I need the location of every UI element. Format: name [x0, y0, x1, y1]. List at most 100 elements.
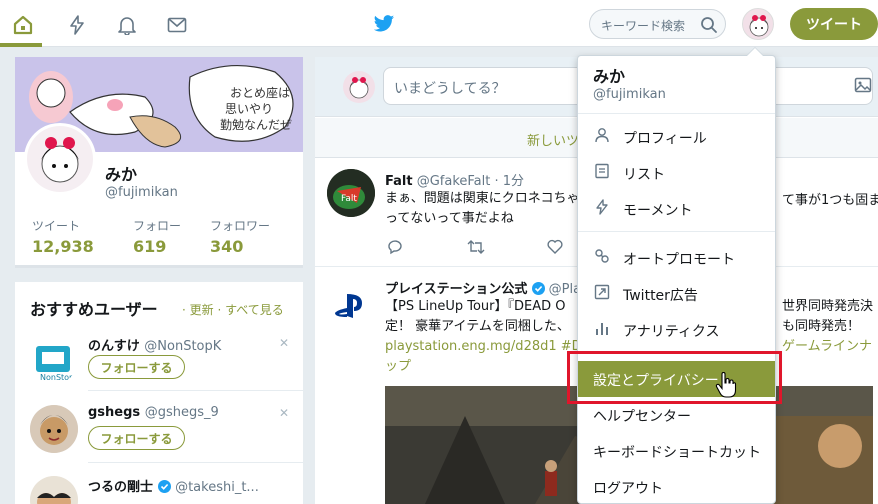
user-name: のんすけ — [88, 339, 140, 354]
bar-chart-icon — [594, 320, 610, 336]
dismiss-icon[interactable]: ✕ — [279, 406, 289, 420]
tweet-header: プレイステーション公式 @Pla — [385, 278, 581, 297]
menu-item-lists[interactable]: リスト — [578, 155, 775, 189]
account-dropdown-menu: みか @fujimikan プロフィール リスト モーメント オートプロモート … — [577, 47, 776, 504]
dismiss-icon[interactable]: ✕ — [279, 336, 289, 350]
tweet-text-overflow: て事が1つも固ま — [782, 193, 878, 208]
verified-icon — [531, 282, 545, 297]
user-handle: @NonStopK — [144, 339, 222, 354]
menu-item-moments[interactable]: モーメント — [578, 191, 775, 225]
compose-placeholder: いまどうしてる？ — [394, 81, 506, 97]
menu-item-profile[interactable]: プロフィール — [578, 119, 775, 153]
tweet-author-handle[interactable]: @GfakeFalt — [417, 174, 491, 189]
stat-value: 619 — [133, 237, 167, 256]
tweet-button[interactable]: ツイート — [790, 8, 878, 40]
external-icon — [594, 284, 610, 300]
menu-item-promote-mode[interactable]: オートプロモート — [578, 240, 775, 274]
tweet-time[interactable]: · 1分 — [494, 174, 524, 189]
who-to-follow-title: おすすめユーザー — [30, 300, 158, 319]
menu-item-keyboard-shortcuts[interactable]: キーボードショートカット — [578, 433, 775, 467]
tweet-author-name[interactable]: プレイステーション公式 — [385, 282, 527, 297]
retweet-icon[interactable] — [467, 239, 485, 259]
list-item: つるの剛士 @takeshi_t... — [15, 474, 303, 504]
stat-label: ツイート — [32, 219, 81, 233]
recommended-user-name[interactable]: gshegs @gshegs_9 — [88, 405, 219, 420]
reply-icon[interactable] — [387, 239, 403, 259]
profile-card: おとめ座は 思いやり 勤勉なんだぜ みか @fujimikan ツイート 12,… — [15, 57, 303, 268]
mail-icon[interactable] — [166, 14, 188, 36]
recommended-user-name[interactable]: のんすけ @NonStopK — [88, 335, 221, 354]
who-to-follow-card: おすすめユーザー · 更新 · すべて見る NonStop のんすけ @NonS… — [15, 282, 303, 504]
menu-item-label: プロフィール — [623, 131, 707, 147]
new-tweets-label: 新しいツ — [527, 134, 580, 149]
dropdown-user-handle[interactable]: @fujimikan — [593, 87, 666, 102]
lightning-icon — [594, 199, 610, 215]
list-item: NonStop のんすけ @NonStopK フォローする ✕ — [15, 332, 303, 392]
menu-item-label: モーメント — [623, 203, 693, 219]
stat-tweets[interactable]: ツイート 12,938 — [32, 217, 94, 256]
profile-avatar[interactable] — [24, 123, 96, 195]
menu-item-label: アナリティクス — [623, 324, 720, 340]
avatar[interactable] — [327, 282, 375, 330]
list-icon — [594, 163, 610, 179]
menu-item-analytics[interactable]: アナリティクス — [578, 312, 775, 346]
avatar[interactable]: NonStop — [30, 336, 78, 384]
hand-cursor-icon — [715, 371, 737, 398]
twitter-bird-icon[interactable] — [373, 14, 395, 34]
annotation-highlight-box — [567, 351, 782, 404]
svg-text:NonStop: NonStop — [40, 373, 74, 382]
stat-following[interactable]: フォロー 619 — [133, 217, 181, 256]
menu-item-label: ヘルプセンター — [593, 409, 691, 425]
recommended-user-name[interactable]: つるの剛士 @takeshi_t... — [88, 476, 259, 495]
home-tab-indicator — [0, 43, 42, 47]
bell-icon[interactable] — [116, 14, 138, 36]
svg-text:おとめ座は: おとめ座は — [230, 85, 290, 100]
home-icon[interactable] — [12, 14, 34, 36]
menu-item-label: オートプロモート — [623, 252, 735, 268]
top-navigation-bar: キーワード検索 ツイート — [0, 0, 878, 47]
search-placeholder: キーワード検索 — [601, 19, 686, 33]
dropdown-user-name[interactable]: みか — [593, 63, 625, 87]
follow-button[interactable]: フォローする — [88, 355, 185, 379]
tweet-text-overflow: 世界同時発売決 も同時発売！ ゲームラインナ — [782, 297, 873, 357]
search-input[interactable]: キーワード検索 — [589, 9, 726, 39]
avatar[interactable] — [30, 405, 78, 453]
tweet-text-line: 世界同時発売決 — [782, 299, 874, 314]
avatar[interactable] — [30, 476, 78, 504]
stat-value: 340 — [210, 237, 244, 256]
search-icon[interactable] — [700, 16, 718, 34]
who-to-follow-links[interactable]: · 更新 · すべて見る — [182, 301, 284, 318]
image-icon[interactable] — [854, 76, 874, 96]
like-icon[interactable] — [547, 239, 563, 259]
list-item: gshegs @gshegs_9 フォローする ✕ — [15, 402, 303, 462]
stat-value: 12,938 — [32, 237, 94, 256]
stat-label: フォロー — [133, 219, 182, 233]
profile-name[interactable]: みか — [105, 161, 137, 185]
tweet-link[interactable]: ゲームラインナ — [782, 337, 873, 357]
menu-item-label: ログアウト — [593, 481, 663, 497]
verified-icon — [157, 480, 171, 495]
user-name: つるの剛士 — [88, 480, 154, 495]
lightning-icon[interactable] — [66, 14, 88, 36]
stat-label: フォロワー — [210, 219, 271, 233]
follow-button[interactable]: フォローする — [88, 426, 185, 450]
divider — [578, 231, 775, 232]
avatar[interactable]: Falt — [327, 169, 375, 217]
user-handle: @gshegs_9 — [144, 405, 219, 420]
profile-handle[interactable]: @fujimikan — [105, 185, 178, 200]
menu-item-label: リスト — [623, 167, 665, 183]
menu-item-logout[interactable]: ログアウト — [578, 469, 775, 503]
divider — [88, 390, 303, 391]
svg-text:Falt: Falt — [341, 194, 357, 204]
stat-followers[interactable]: フォロワー 340 — [210, 217, 270, 256]
user-icon — [594, 127, 610, 143]
tweet-author-name[interactable]: Falt — [385, 174, 413, 189]
user-handle: @takeshi_t... — [175, 480, 259, 495]
menu-item-label: Twitter広告 — [623, 288, 698, 304]
svg-text:勤勉なんだぜ: 勤勉なんだぜ — [220, 118, 292, 132]
divider — [578, 113, 775, 114]
menu-item-label: キーボードショートカット — [593, 445, 761, 461]
user-name: gshegs — [88, 405, 141, 420]
account-avatar-button[interactable] — [742, 8, 774, 40]
menu-item-twitter-ads[interactable]: Twitter広告 — [578, 276, 775, 310]
